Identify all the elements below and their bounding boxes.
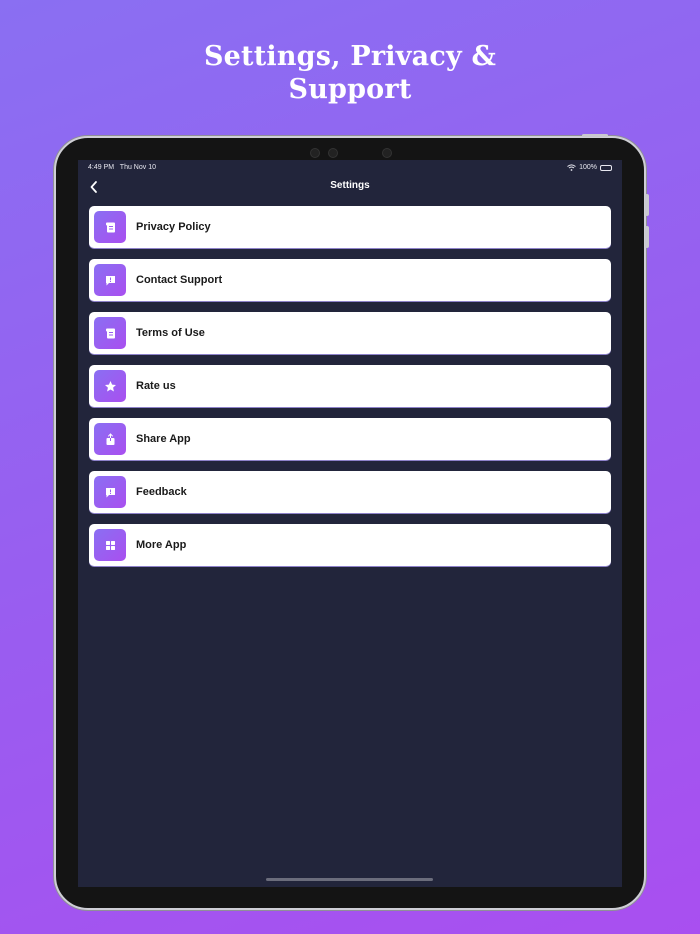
volume-down-button [645, 226, 649, 248]
status-time-text: 4:49 PM [88, 164, 115, 171]
app-screen: 4:49 PM Thu Nov 10 100% Settings Privacy… [78, 160, 622, 887]
status-bar: 4:49 PM Thu Nov 10 100% [78, 160, 622, 176]
menu-item-feedback[interactable]: Feedback [89, 471, 611, 513]
menu-item-share-app[interactable]: Share App [89, 418, 611, 460]
page-title: Settings [330, 180, 370, 191]
sensor-dot [310, 148, 320, 158]
menu-item-label: Feedback [136, 486, 187, 498]
top-button [582, 134, 608, 137]
document-icon [94, 317, 126, 349]
headline: Settings, Privacy & Support [0, 40, 700, 106]
menu-item-label: Privacy Policy [136, 221, 211, 233]
battery-percent: 100% [579, 164, 597, 171]
menu-item-label: More App [136, 539, 187, 551]
menu-item-terms-of-use[interactable]: Terms of Use [89, 312, 611, 354]
grid-icon [94, 529, 126, 561]
menu-item-privacy-policy[interactable]: Privacy Policy [89, 206, 611, 248]
menu-item-more-app[interactable]: More App [89, 524, 611, 566]
status-time: 4:49 PM Thu Nov 10 [88, 164, 156, 171]
sensor-dot [382, 148, 392, 158]
camera-icon [328, 148, 338, 158]
settings-menu: Privacy Policy Contact Support Terms of … [89, 206, 611, 577]
menu-item-contact-support[interactable]: Contact Support [89, 259, 611, 301]
headline-line-1: Settings, Privacy & [203, 41, 497, 72]
menu-item-rate-us[interactable]: Rate us [89, 365, 611, 407]
status-date-text: Thu Nov 10 [119, 164, 156, 171]
message-alert-icon [94, 264, 126, 296]
menu-item-label: Terms of Use [136, 327, 205, 339]
status-right: 100% [567, 164, 612, 171]
document-icon [94, 211, 126, 243]
message-alert-icon [94, 476, 126, 508]
share-icon [94, 423, 126, 455]
wifi-icon [567, 164, 576, 171]
nav-bar: Settings [78, 176, 622, 198]
headline-line-2: Support [288, 74, 412, 105]
star-icon [94, 370, 126, 402]
home-indicator[interactable] [266, 878, 433, 881]
menu-item-label: Share App [136, 433, 191, 445]
battery-icon [600, 164, 612, 171]
menu-item-label: Rate us [136, 380, 176, 392]
volume-up-button [645, 194, 649, 216]
menu-item-label: Contact Support [136, 274, 223, 286]
